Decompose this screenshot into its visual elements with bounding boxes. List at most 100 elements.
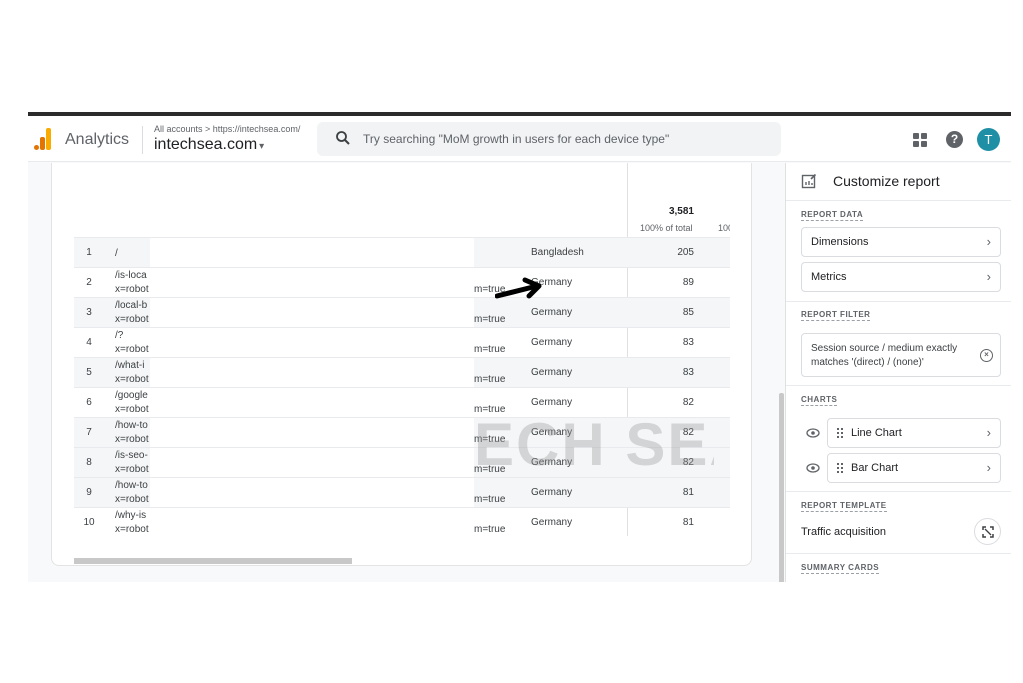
page-path-tail: m=true	[474, 344, 506, 355]
table-row[interactable]: 4 /? x=robot m=true Germany 83	[74, 327, 730, 357]
drag-handle-icon[interactable]	[837, 463, 843, 474]
table-row[interactable]: 5/what-i x=robot m=true Germany 83	[74, 357, 730, 387]
bar-chart-item[interactable]: Bar Chart ›	[827, 453, 1001, 483]
search-bar[interactable]: Try searching "MoM growth in users for e…	[317, 122, 781, 156]
analytics-window: Analytics All accounts > https://intechs…	[28, 112, 1011, 582]
divider	[786, 200, 1011, 201]
report-filter-chip[interactable]: Session source / medium exactly matches …	[801, 333, 1001, 377]
vertical-scrollbar[interactable]	[779, 393, 784, 582]
page-path-line1: /	[115, 248, 118, 259]
page-path-tail: m=true	[474, 524, 506, 535]
page-path-line1: /google	[115, 390, 148, 401]
page-path-cell[interactable]: /google x=robot	[115, 389, 150, 417]
table-row[interactable]: 9/how-to x=robot m=true Germany 81	[74, 477, 730, 507]
metrics-label: Metrics	[811, 271, 847, 283]
eye-icon[interactable]	[806, 428, 820, 438]
drag-handle-icon[interactable]	[837, 428, 843, 439]
report-template-label: REPORT TEMPLATE	[801, 501, 887, 512]
customize-report-panel: Customize report REPORT DATA Dimensions …	[785, 163, 1011, 582]
row-index: 4	[86, 337, 92, 348]
total-users-percent: 100% of total	[640, 223, 693, 233]
country-cell: Germany	[531, 367, 573, 378]
divider	[786, 385, 1011, 386]
dimensions-button[interactable]: Dimensions ›	[801, 227, 1001, 257]
divider	[786, 301, 1011, 302]
users-cell: 82	[682, 457, 694, 468]
table-body: 1 / Bangladesh 205 2/is-loca x=robot m=true Ger…	[74, 237, 730, 537]
page-path-line1: /how-to	[115, 480, 148, 491]
table-row[interactable]: 6/google x=robot m=true Germany 82	[74, 387, 730, 417]
horizontal-scrollbar-thumb[interactable]	[74, 558, 352, 564]
row-index: 9	[86, 487, 92, 498]
redacted-region	[150, 238, 474, 267]
page-path-cell[interactable]: /? x=robot	[115, 329, 150, 357]
page-path-cell[interactable]: /	[115, 247, 150, 261]
property-selector[interactable]: intechsea.com ▾	[154, 136, 264, 154]
search-icon	[336, 131, 350, 145]
charts-label: CHARTS	[801, 395, 838, 406]
page-path-line2: x=robot	[115, 374, 149, 385]
table-row[interactable]: 3/local-b x=robot m=true Germany 85	[74, 297, 730, 327]
page-path-cell[interactable]: /why-is x=robot	[115, 509, 150, 537]
account-avatar[interactable]: T	[977, 128, 1000, 151]
table-row[interactable]: 7/how-to x=robot m=true Germany 82	[74, 417, 730, 447]
customize-report-icon	[801, 173, 817, 189]
window-top-border	[28, 112, 1011, 116]
horizontal-scrollbar[interactable]	[74, 558, 751, 564]
country-cell: Bangladesh	[531, 247, 584, 258]
page-path-line1: /is-loca	[115, 270, 147, 281]
filter-text: Session source / medium exactly matches …	[811, 343, 958, 368]
row-index: 3	[86, 307, 92, 318]
analytics-logo-icon	[32, 128, 52, 150]
line-chart-label: Line Chart	[851, 427, 902, 439]
redacted-region	[150, 298, 474, 327]
report-content: 3,581 100% of total 100% of total 1 / Bang…	[28, 163, 785, 582]
dimensions-label: Dimensions	[811, 236, 869, 248]
table-row[interactable]: 2/is-loca x=robot m=true Germany 89	[74, 267, 730, 297]
remove-filter-icon[interactable]: ×	[980, 349, 993, 362]
page-path-line1: /what-i	[115, 360, 145, 371]
unlink-icon	[982, 526, 994, 538]
apps-grid-icon[interactable]	[913, 133, 927, 147]
row-index: 1	[86, 247, 92, 258]
account-breadcrumb[interactable]: All accounts > https://intechsea.com/	[154, 124, 300, 134]
users-cell: 81	[682, 517, 694, 528]
metrics-button[interactable]: Metrics ›	[801, 262, 1001, 292]
page-path-line1: /?	[115, 330, 124, 341]
redacted-region	[150, 418, 474, 447]
users-cell: 83	[682, 337, 694, 348]
page-path-line2: x=robot	[115, 314, 149, 325]
chevron-right-icon: ›	[986, 460, 991, 475]
page-path-line2: x=robot	[115, 404, 149, 415]
page-path-cell[interactable]: /is-seo-x=robot	[115, 449, 150, 477]
left-gutter	[28, 163, 51, 582]
table-row[interactable]: 10/why-is x=robot m=true Germany 81	[74, 507, 730, 537]
eye-icon[interactable]	[806, 463, 820, 473]
page-path-tail: m=true	[474, 404, 506, 415]
page-path-cell[interactable]: /how-to x=robot	[115, 419, 150, 447]
row-index: 6	[86, 397, 92, 408]
page-path-line1: /how-to	[115, 420, 148, 431]
page-path-tail: m=true	[474, 314, 506, 325]
search-placeholder: Try searching "MoM growth in users for e…	[363, 132, 670, 146]
page-path-cell[interactable]: /local-b x=robot	[115, 299, 150, 327]
redacted-region	[150, 358, 474, 387]
page-path-cell[interactable]: /is-loca x=robot	[115, 269, 150, 297]
line-chart-item[interactable]: Line Chart ›	[827, 418, 1001, 448]
page-path-line2: x=robot	[115, 284, 149, 295]
page-path-tail: m=true	[474, 464, 506, 475]
users-cell: 81	[682, 487, 694, 498]
divider	[786, 553, 1011, 554]
page-path-line1: /is-seo-	[115, 450, 148, 461]
page-path-cell[interactable]: /what-i x=robot	[115, 359, 150, 387]
table-row[interactable]: 1 / Bangladesh 205	[74, 237, 730, 267]
help-icon[interactable]: ?	[946, 131, 963, 148]
chevron-right-icon: ›	[986, 425, 991, 440]
row-index: 10	[83, 517, 95, 528]
page-path-line1: /local-b	[115, 300, 148, 311]
page-path-line2: x=robot	[115, 524, 149, 535]
unlink-template-button[interactable]	[974, 518, 1001, 545]
users-cell: 89	[682, 277, 694, 288]
page-path-cell[interactable]: /how-to x=robot	[115, 479, 150, 507]
table-row[interactable]: 8/is-seo-x=robot m=true Germany 82	[74, 447, 730, 477]
